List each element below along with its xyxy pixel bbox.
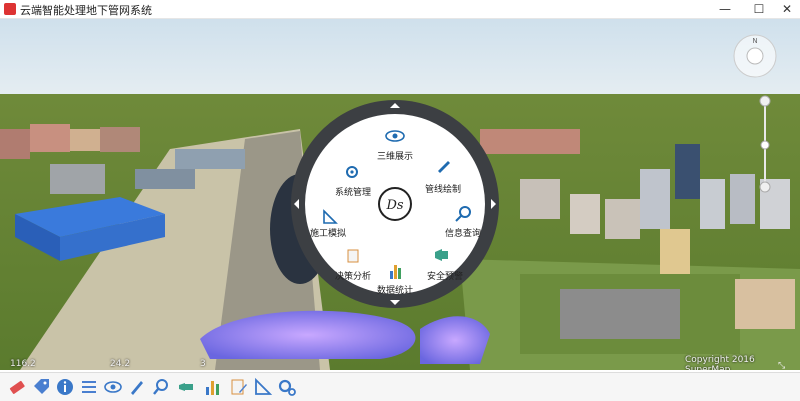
tag-icon[interactable] [30,376,52,398]
bottom-toolbar [0,372,800,401]
gears-icon[interactable] [276,376,298,398]
document-pen-icon [347,249,359,263]
menu-label: 安全预警 [427,270,463,282]
pencil-icon[interactable] [126,376,148,398]
menu-label: 信息查询 [445,227,481,239]
zoom-slider[interactable] [758,95,772,195]
document-pen-icon[interactable] [228,376,250,398]
ruler-pen-icon[interactable] [252,376,274,398]
app-logo-icon [4,3,16,15]
resize-grip-icon[interactable]: ⤡ [778,361,785,370]
speaker-icon[interactable] [176,376,198,398]
eye-icon[interactable] [102,376,124,398]
radial-menu: Ds 三维展示 管线绘制 信息查询 安全预警 数据统计 决策分析 施工模拟 系统… [291,100,499,308]
compass-icon[interactable]: N [732,33,778,79]
search-icon[interactable] [150,376,172,398]
menu-label: 决策分析 [335,270,371,282]
center-logo: Ds [385,198,403,213]
menu-label: 三维展示 [377,150,413,162]
bar-chart-icon[interactable] [202,376,224,398]
title-bar: 云端智能处理地下管网系统 — ☐ ✕ [0,0,800,19]
coordinate-readout-lat: 24.2 [110,359,131,369]
minimize-button[interactable]: — [710,0,740,18]
eraser-icon[interactable] [6,376,28,398]
window-title: 云端智能处理地下管网系统 [20,4,152,17]
maximize-button[interactable]: ☐ [744,0,774,18]
scene-viewport[interactable]: N Ds 三维展示 管线绘制 信息查询 安全预警 数据统计 决策分析 施工模拟 … [0,19,800,370]
menu-label: 管线绘制 [425,183,461,195]
menu-label: 施工模拟 [310,227,346,239]
svg-text:N: N [752,37,757,45]
coordinate-readout-alt: 3 [200,359,206,369]
coordinate-readout-lon: 116.2 [10,359,36,369]
menu-label: 系统管理 [335,186,371,198]
info-icon[interactable] [54,376,76,398]
close-button[interactable]: ✕ [772,0,800,18]
menu-label: 数据统计 [377,284,413,296]
list-icon[interactable] [78,376,100,398]
